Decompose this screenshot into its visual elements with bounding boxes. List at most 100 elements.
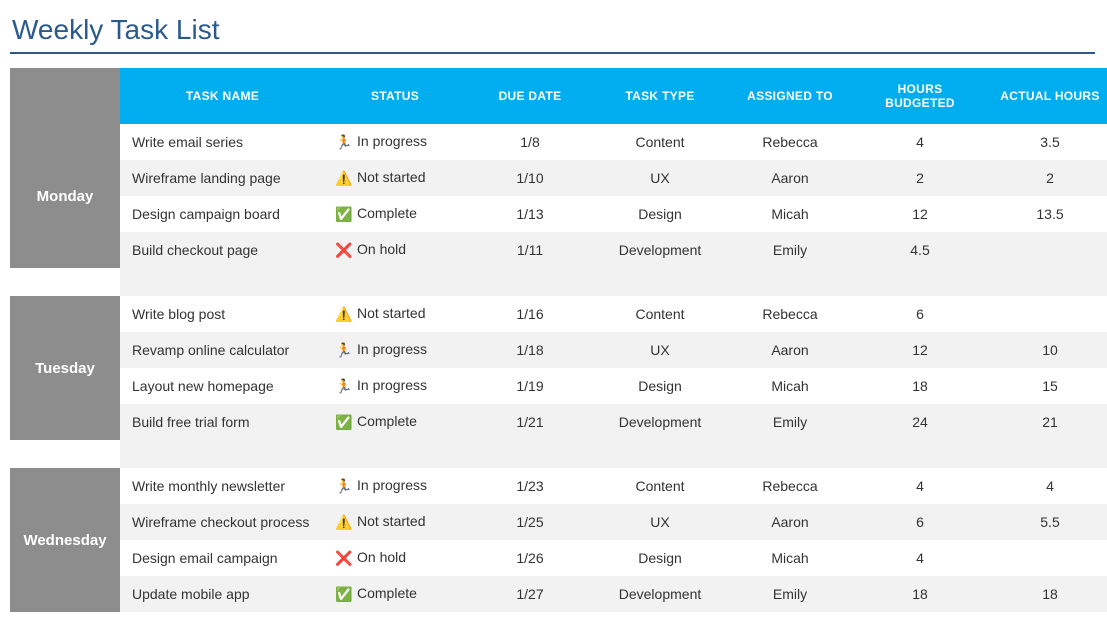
task-type: UX	[595, 160, 725, 196]
not_started-icon: ⚠️	[335, 170, 353, 187]
table-row[interactable]: Design email campaign❌On hold1/26DesignM…	[10, 540, 1107, 576]
table-row[interactable]: Wireframe checkout process⚠️Not started1…	[10, 504, 1107, 540]
table-row[interactable]: Update mobile app✅Complete1/27Developmen…	[10, 576, 1107, 612]
actual-hours: 18	[985, 576, 1107, 612]
assigned-to: Rebecca	[725, 124, 855, 160]
task-type: Content	[595, 124, 725, 160]
header-type: TASK TYPE	[595, 68, 725, 124]
task-name: Design campaign board	[120, 196, 325, 232]
due-date: 1/21	[465, 404, 595, 440]
status-cell: ✅Complete	[325, 404, 465, 440]
in_progress-icon: 🏃	[335, 342, 353, 359]
table-row[interactable]: Layout new homepage🏃In progress1/19Desig…	[10, 368, 1107, 404]
header-status: STATUS	[325, 68, 465, 124]
table-row[interactable]: Design campaign board✅Complete1/13Design…	[10, 196, 1107, 232]
task-type: Development	[595, 232, 725, 268]
status-label: Complete	[357, 413, 417, 429]
due-date: 1/8	[465, 124, 595, 160]
hours-budgeted: 12	[855, 196, 985, 232]
actual-hours	[985, 540, 1107, 576]
actual-hours	[985, 232, 1107, 268]
header-assigned: ASSIGNED TO	[725, 68, 855, 124]
table-row[interactable]: TuesdayWrite blog post⚠️Not started1/16C…	[10, 296, 1107, 332]
header-budget: HOURS BUDGETED	[855, 68, 985, 124]
task-type: Design	[595, 196, 725, 232]
on_hold-icon: ❌	[335, 550, 353, 567]
day-separator	[10, 440, 1107, 468]
day-label: Tuesday	[10, 296, 120, 440]
status-cell: ✅Complete	[325, 196, 465, 232]
complete-icon: ✅	[335, 206, 353, 223]
assigned-to: Emily	[725, 232, 855, 268]
table-row[interactable]: Build free trial form✅Complete1/21Develo…	[10, 404, 1107, 440]
status-label: Not started	[357, 305, 425, 321]
status-cell: 🏃In progress	[325, 368, 465, 404]
hours-budgeted: 4	[855, 540, 985, 576]
assigned-to: Aaron	[725, 504, 855, 540]
due-date: 1/10	[465, 160, 595, 196]
in_progress-icon: 🏃	[335, 134, 353, 151]
due-date: 1/25	[465, 504, 595, 540]
on_hold-icon: ❌	[335, 242, 353, 259]
table-row[interactable]: MondayWrite email series🏃In progress1/8C…	[10, 124, 1107, 160]
due-date: 1/23	[465, 468, 595, 504]
hours-budgeted: 24	[855, 404, 985, 440]
actual-hours: 15	[985, 368, 1107, 404]
status-cell: 🏃In progress	[325, 468, 465, 504]
status-cell: 🏃In progress	[325, 332, 465, 368]
due-date: 1/19	[465, 368, 595, 404]
due-date: 1/27	[465, 576, 595, 612]
assigned-to: Micah	[725, 368, 855, 404]
task-type: Content	[595, 468, 725, 504]
task-type: Design	[595, 368, 725, 404]
assigned-to: Rebecca	[725, 296, 855, 332]
task-name: Write email series	[120, 124, 325, 160]
status-cell: ⚠️Not started	[325, 296, 465, 332]
task-name: Write monthly newsletter	[120, 468, 325, 504]
status-label: Not started	[357, 513, 425, 529]
actual-hours: 10	[985, 332, 1107, 368]
day-label: Wednesday	[10, 468, 120, 612]
task-type: Development	[595, 576, 725, 612]
assigned-to: Aaron	[725, 332, 855, 368]
task-name: Update mobile app	[120, 576, 325, 612]
status-label: Complete	[357, 585, 417, 601]
task-name: Build checkout page	[120, 232, 325, 268]
day-separator	[10, 268, 1107, 296]
status-cell: ❌On hold	[325, 540, 465, 576]
in_progress-icon: 🏃	[335, 478, 353, 495]
task-type: UX	[595, 504, 725, 540]
due-date: 1/16	[465, 296, 595, 332]
title-rule	[10, 52, 1095, 54]
status-cell: 🏃In progress	[325, 124, 465, 160]
status-label: In progress	[357, 341, 427, 357]
table-row[interactable]: Revamp online calculator🏃In progress1/18…	[10, 332, 1107, 368]
weekly-task-list: Weekly Task List TASK NAME STATUS DUE DA…	[10, 10, 1095, 612]
status-cell: ✅Complete	[325, 576, 465, 612]
status-label: In progress	[357, 377, 427, 393]
hours-budgeted: 4	[855, 468, 985, 504]
task-type: Design	[595, 540, 725, 576]
assigned-to: Aaron	[725, 160, 855, 196]
hours-budgeted: 4.5	[855, 232, 985, 268]
hours-budgeted: 18	[855, 576, 985, 612]
status-label: On hold	[357, 241, 406, 257]
table-row[interactable]: WednesdayWrite monthly newsletter🏃In pro…	[10, 468, 1107, 504]
actual-hours: 21	[985, 404, 1107, 440]
assigned-to: Emily	[725, 404, 855, 440]
status-label: Not started	[357, 169, 425, 185]
due-date: 1/11	[465, 232, 595, 268]
task-name: Wireframe landing page	[120, 160, 325, 196]
task-name: Revamp online calculator	[120, 332, 325, 368]
due-date: 1/18	[465, 332, 595, 368]
not_started-icon: ⚠️	[335, 306, 353, 323]
task-name: Layout new homepage	[120, 368, 325, 404]
header-actual: ACTUAL HOURS	[985, 68, 1107, 124]
task-table: TASK NAME STATUS DUE DATE TASK TYPE ASSI…	[10, 68, 1107, 612]
not_started-icon: ⚠️	[335, 514, 353, 531]
actual-hours	[985, 296, 1107, 332]
day-label: Monday	[10, 124, 120, 268]
table-row[interactable]: Build checkout page ❌On hold 1/11Developme…	[10, 232, 1107, 268]
hours-budgeted: 4	[855, 124, 985, 160]
table-row[interactable]: Wireframe landing page ⚠️Not started 1/10U…	[10, 160, 1107, 196]
